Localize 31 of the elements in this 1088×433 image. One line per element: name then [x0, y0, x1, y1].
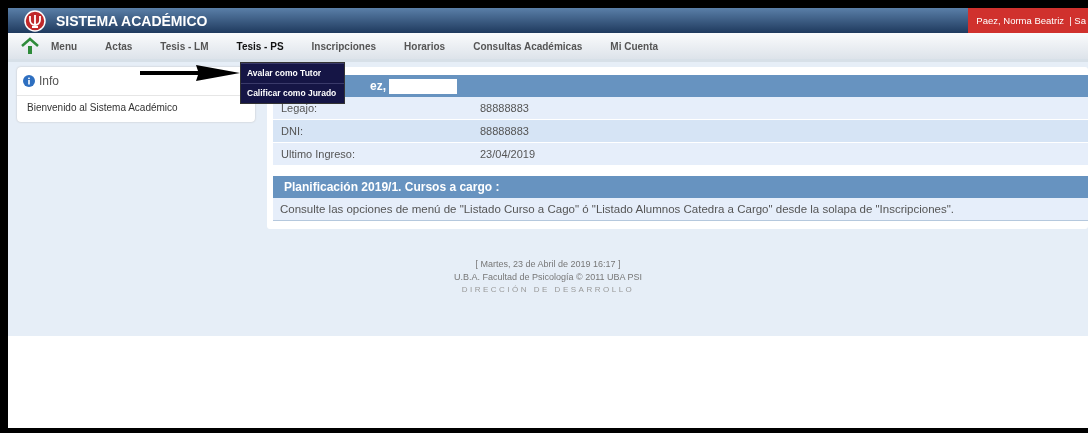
nav-tab[interactable]: Menu [51, 40, 78, 52]
redaction-block [389, 78, 457, 94]
footer-date: [ Martes, 23 de Abril de 2019 16:17 ] [475, 259, 621, 269]
menu-item[interactable]: Avalar como Tutor [241, 63, 345, 83]
field-value: 23/04/2019 [480, 148, 536, 160]
field-value: 88888883 [480, 125, 529, 137]
profile-name: ez, [370, 79, 386, 93]
nav-tab[interactable]: Actas [105, 40, 133, 52]
nav-tab[interactable]: Tesis - PS [236, 40, 284, 52]
footer-credit: DIRECCIÓN DE DESARROLLO [461, 285, 635, 294]
footer-copyright: U.B.A. Facultad de Psicología © 2011 UBA PSI [453, 272, 643, 282]
nav-tab[interactable]: Tesis - LM [160, 40, 209, 52]
field-label: Ultimo Ingreso: [280, 148, 356, 160]
field-label: DNI: [280, 125, 304, 137]
home-icon[interactable] [21, 37, 39, 55]
nav-tab[interactable]: Inscripciones [311, 40, 377, 52]
field-label: Legajo: [280, 102, 319, 114]
planning-text: Consulte las opciones de menú de "Listado Curso a Cago" ó "Listado Alumnos Catedra a Cargo" desde la solapa de "Inscripciones". [273, 198, 1088, 221]
nav-tab[interactable]: Consultas Académicas [473, 40, 583, 52]
menu-item[interactable]: Calificar como Jurado [241, 83, 345, 103]
nav-tab[interactable]: Mi Cuenta [610, 40, 659, 52]
info-icon [23, 75, 35, 87]
info-title: Info [39, 74, 59, 88]
app-title: SISTEMA ACADÉMICO [56, 12, 208, 29]
psi-logo-icon [24, 9, 46, 32]
nav-tab[interactable]: Horarios [404, 40, 446, 52]
planning-title: Planificación 2019/1. Cursos a cargo : [284, 180, 500, 194]
arrow-icon [140, 64, 240, 82]
field-value: 88888883 [480, 102, 529, 114]
user-name[interactable]: Paez, Norma Beatriz | Sa [968, 8, 1088, 33]
welcome-text: Bienvenido al Sistema Académico [26, 101, 179, 115]
